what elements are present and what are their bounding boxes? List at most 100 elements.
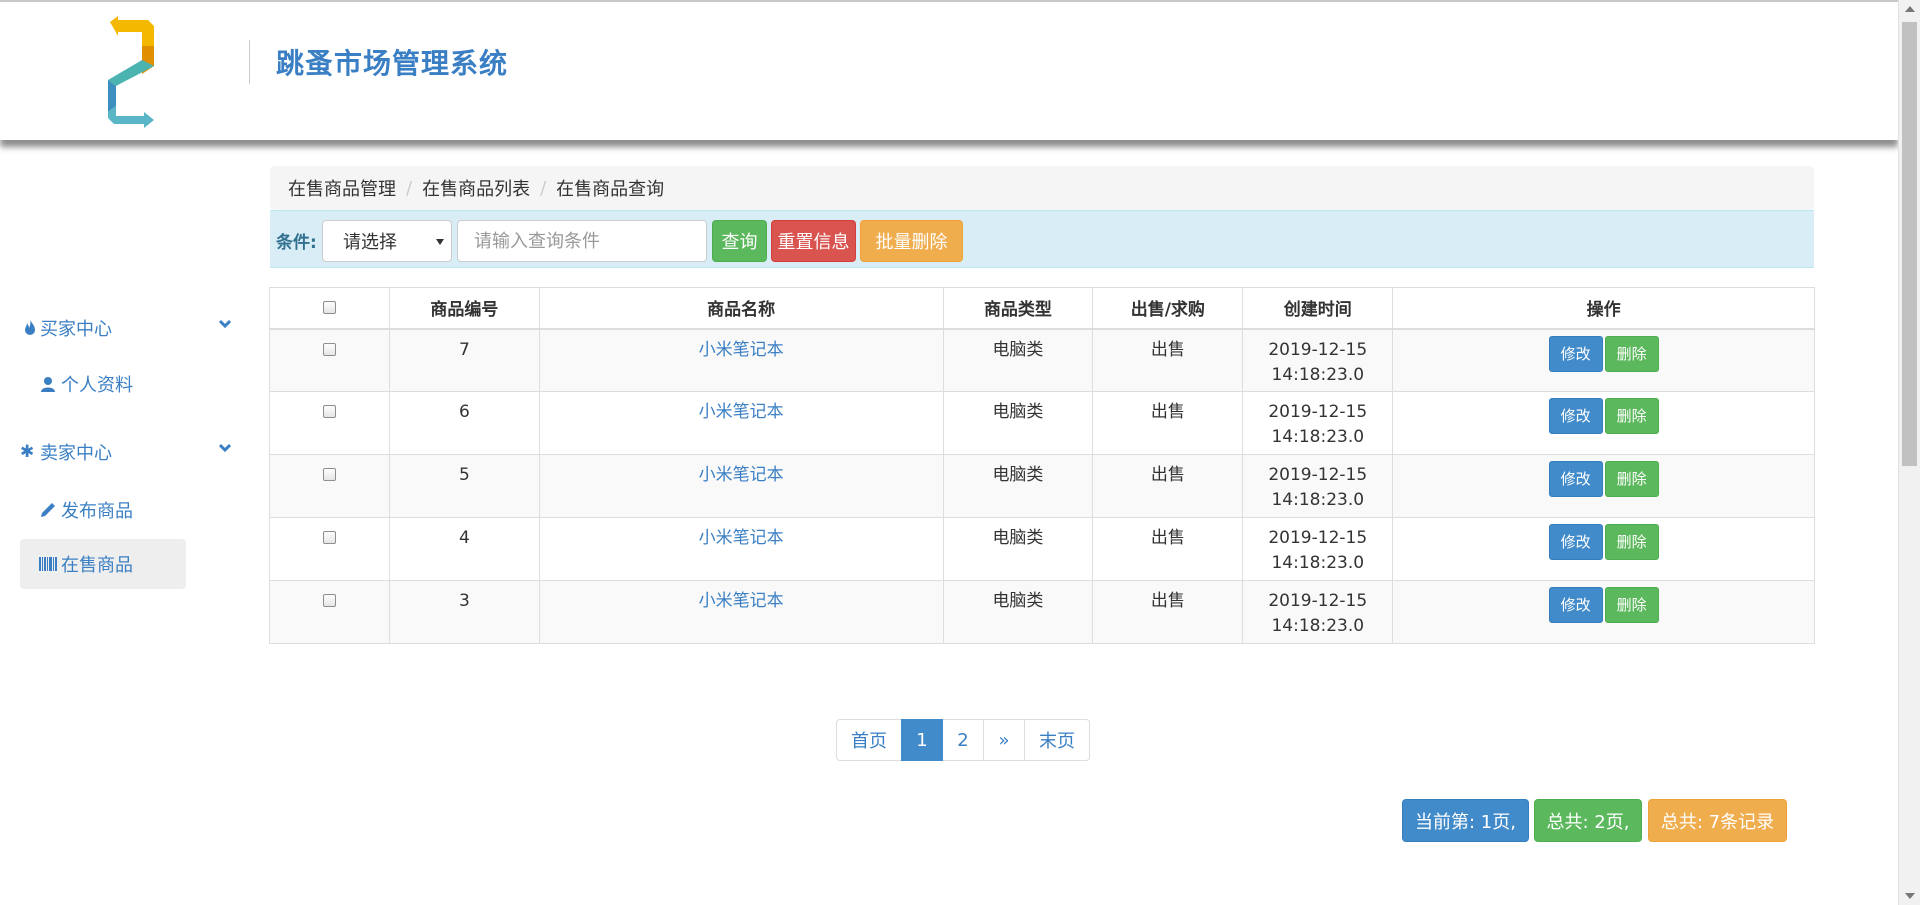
created-time-cell: 2019-12-15 14:18:23.0: [1242, 517, 1394, 581]
edit-button[interactable]: 修改: [1548, 461, 1603, 497]
scrollbar-thumb[interactable]: [1902, 22, 1917, 466]
delete-button[interactable]: 删除: [1604, 398, 1659, 434]
user-icon: [38, 374, 58, 394]
pagination: 首页 1 2 » 末页: [836, 719, 1090, 761]
created-date: 2019-12-15: [1268, 528, 1368, 548]
operations-cell: 修改 删除: [1392, 328, 1815, 392]
created-date: 2019-12-15: [1268, 591, 1368, 611]
edit-button[interactable]: 修改: [1548, 335, 1603, 372]
total-pages-badge: 总共: 2页,: [1534, 799, 1642, 842]
table-header-row: 商品编号 商品名称 商品类型 出售/求购 创建时间 操作: [269, 287, 1815, 330]
sidebar-item-profile[interactable]: 个人资料: [20, 359, 186, 409]
title-divider: [249, 40, 250, 84]
goods-id-cell: 3: [388, 580, 540, 644]
goods-type-cell: 电脑类: [942, 391, 1094, 455]
query-bar: 条件: 请选择 查询 重置信息 批量删除: [270, 210, 1814, 268]
goods-name-link[interactable]: 小米笔记本: [699, 340, 784, 360]
select-all-cell: [269, 287, 390, 330]
created-time: 14:18:23.0: [1271, 427, 1365, 447]
scroll-down-arrow-icon[interactable]: [1905, 893, 1915, 899]
created-time-cell: 2019-12-15 14:18:23.0: [1242, 391, 1394, 455]
reset-button[interactable]: 重置信息: [771, 220, 856, 262]
goods-type-cell: 电脑类: [942, 454, 1094, 518]
chevron-down-icon[interactable]: [219, 318, 231, 330]
created-time: 14:18:23.0: [1271, 616, 1365, 636]
trade-type-cell: 出售: [1092, 391, 1244, 455]
delete-button[interactable]: 删除: [1604, 524, 1659, 560]
goods-id-cell: 6: [388, 391, 540, 455]
sidebar-group-seller-center[interactable]: ✱ 卖家中心: [20, 432, 235, 472]
sidebar-item-on-sale[interactable]: 在售商品: [20, 539, 186, 589]
goods-name-link[interactable]: 小米笔记本: [699, 465, 784, 485]
condition-select[interactable]: 请选择: [322, 220, 452, 262]
table-row: 6 小米笔记本 电脑类 出售 2019-12-15 14:18:23.0 修改 删除: [269, 391, 1815, 455]
chevron-down-icon[interactable]: [219, 442, 231, 454]
goods-name-link[interactable]: 小米笔记本: [699, 402, 784, 422]
page-last[interactable]: 末页: [1024, 719, 1090, 761]
created-date: 2019-12-15: [1268, 402, 1368, 422]
goods-id-cell: 5: [388, 454, 540, 518]
select-all-checkbox[interactable]: [322, 301, 336, 315]
created-time: 14:18:23.0: [1271, 490, 1365, 510]
created-time-cell: 2019-12-15 14:18:23.0: [1242, 328, 1394, 392]
app-title: 跳蚤市场管理系统: [276, 47, 509, 80]
operations-cell: 修改 删除: [1392, 580, 1815, 644]
goods-id-cell: 4: [388, 517, 540, 581]
operations-cell: 修改 删除: [1392, 391, 1815, 455]
breadcrumb: 在售商品管理 / 在售商品列表 / 在售商品查询: [270, 166, 1814, 210]
sidebar-group-label: 卖家中心: [40, 443, 112, 464]
page-first[interactable]: 首页: [836, 719, 902, 761]
created-date: 2019-12-15: [1268, 465, 1368, 485]
row-checkbox[interactable]: [322, 342, 336, 356]
column-header: 商品名称: [538, 287, 944, 330]
caret-down-icon: [436, 239, 444, 245]
sidebar-item-label: 个人资料: [61, 375, 133, 396]
fire-icon: [25, 319, 35, 335]
edit-button[interactable]: 修改: [1548, 398, 1603, 434]
edit-button[interactable]: 修改: [1548, 524, 1603, 560]
sidebar-group-label: 买家中心: [40, 319, 112, 340]
edit-button[interactable]: 修改: [1548, 587, 1603, 623]
page-scrollbar[interactable]: [1898, 0, 1920, 905]
created-time: 14:18:23.0: [1271, 364, 1365, 385]
query-input[interactable]: [457, 220, 707, 262]
delete-button[interactable]: 删除: [1604, 335, 1659, 372]
row-checkbox[interactable]: [322, 405, 336, 418]
goods-name-link[interactable]: 小米笔记本: [699, 528, 784, 548]
sidebar-item-publish[interactable]: 发布商品: [20, 485, 186, 535]
table-row: 3 小米笔记本 电脑类 出售 2019-12-15 14:18:23.0 修改 删除: [269, 580, 1815, 644]
breadcrumb-item[interactable]: 在售商品列表: [422, 175, 530, 201]
goods-name-link[interactable]: 小米笔记本: [699, 591, 784, 611]
delete-button[interactable]: 删除: [1604, 461, 1659, 497]
goods-type-cell: 电脑类: [942, 517, 1094, 581]
scroll-up-arrow-icon[interactable]: [1905, 6, 1915, 12]
row-checkbox[interactable]: [322, 468, 336, 481]
total-records-badge: 总共: 7条记录: [1648, 799, 1787, 842]
table-row: 4 小米笔记本 电脑类 出售 2019-12-15 14:18:23.0 修改 删除: [269, 517, 1815, 581]
column-header: 商品编号: [388, 287, 540, 330]
goods-type-cell: 电脑类: [942, 580, 1094, 644]
goods-id-cell: 7: [388, 328, 540, 392]
sidebar-item-label: 发布商品: [61, 501, 133, 522]
page-number-1[interactable]: 1: [901, 719, 943, 761]
condition-label: 条件:: [276, 233, 317, 253]
column-header: 创建时间: [1242, 287, 1394, 330]
row-checkbox[interactable]: [322, 531, 336, 544]
operations-cell: 修改 删除: [1392, 517, 1815, 581]
column-header: 出售/求购: [1092, 287, 1244, 330]
sidebar-group-buyer-center[interactable]: 买家中心: [20, 308, 235, 348]
column-header: 商品类型: [942, 287, 1094, 330]
operations-cell: 修改 删除: [1392, 454, 1815, 518]
barcode-icon: [38, 554, 58, 574]
delete-button[interactable]: 删除: [1604, 587, 1659, 623]
page-next[interactable]: »: [983, 719, 1025, 761]
search-button[interactable]: 查询: [712, 220, 767, 262]
batch-delete-button[interactable]: 批量删除: [860, 220, 963, 262]
logo-arrows-icon: [108, 16, 154, 128]
row-checkbox[interactable]: [322, 594, 336, 607]
breadcrumb-item[interactable]: 在售商品管理: [288, 175, 396, 201]
column-header: 操作: [1392, 287, 1815, 330]
page-number-2[interactable]: 2: [942, 719, 984, 761]
created-time-cell: 2019-12-15 14:18:23.0: [1242, 454, 1394, 518]
breadcrumb-separator: /: [540, 177, 547, 199]
